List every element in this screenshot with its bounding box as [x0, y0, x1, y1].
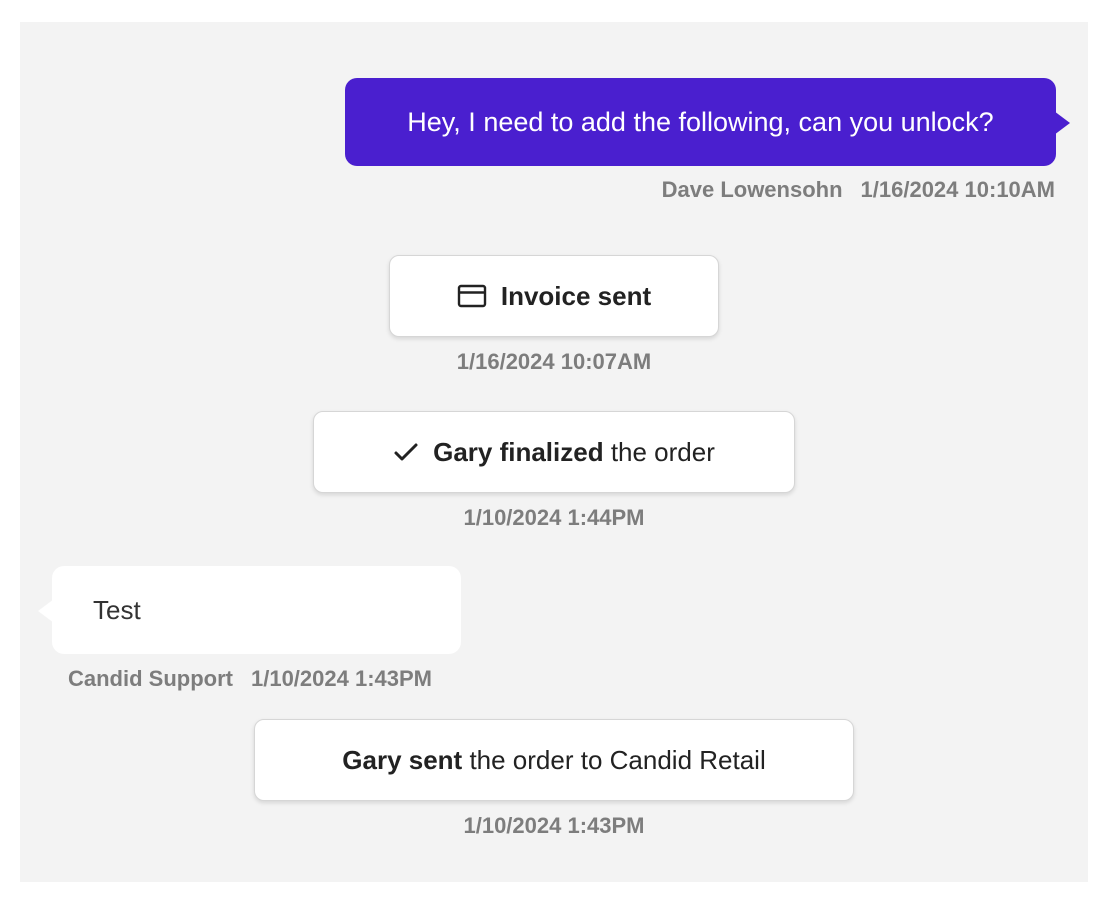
event-actor-action: Gary sent — [342, 744, 463, 775]
outgoing-message-meta: Dave Lowensohn 1/16/2024 10:10AM — [662, 177, 1055, 203]
event-text: Gary sent the order to Candid Retail — [342, 745, 765, 776]
incoming-message-text: Test — [93, 594, 141, 625]
incoming-message-bubble: Test — [38, 566, 461, 654]
finalized-event-timestamp: 1/10/2024 1:44PM — [463, 505, 645, 530]
event-actor-action: Gary finalized — [433, 436, 604, 467]
event-label: Invoice sent — [500, 280, 652, 311]
order-finalized-event: Gary finalized the order — [313, 411, 795, 493]
message-author: Dave Lowensohn — [661, 177, 843, 202]
order-sent-event: Gary sent the order to Candid Retail — [254, 719, 854, 801]
credit-card-icon — [457, 284, 487, 308]
event-rest: the order to Candid Retail — [462, 744, 766, 775]
check-icon — [393, 441, 419, 463]
event-text: Gary finalized the order — [433, 437, 715, 468]
message-timestamp: 1/16/2024 10:10AM — [860, 177, 1055, 202]
outgoing-message-text: Hey, I need to add the following, can yo… — [407, 106, 994, 137]
incoming-message-meta: Candid Support 1/10/2024 1:43PM — [68, 666, 432, 692]
invoice-event-timestamp: 1/16/2024 10:07AM — [456, 349, 652, 374]
invoice-sent-event: Invoice sent — [389, 255, 719, 337]
sent-event-timestamp: 1/10/2024 1:43PM — [463, 813, 645, 838]
outgoing-message-bubble: Hey, I need to add the following, can yo… — [345, 78, 1070, 166]
message-author: Candid Support — [68, 666, 233, 691]
bubble-tail — [38, 599, 54, 623]
message-timestamp: 1/10/2024 1:43PM — [250, 666, 433, 691]
bubble-tail — [1054, 111, 1070, 135]
event-rest: the order — [603, 436, 715, 467]
